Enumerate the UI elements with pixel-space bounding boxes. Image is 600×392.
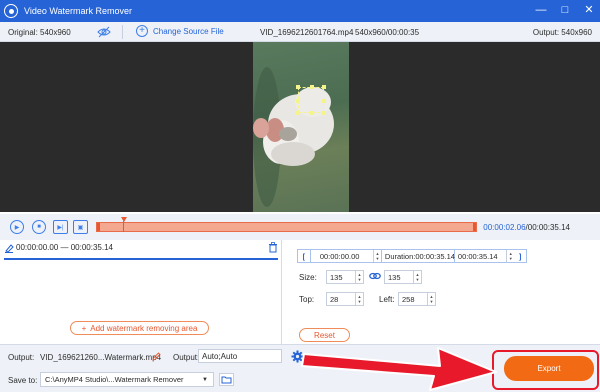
window-title: Video Watermark Remover xyxy=(24,6,133,16)
output-format-value: Auto;Auto xyxy=(202,351,238,361)
start-time-spinner[interactable]: ▲ ▼ xyxy=(372,250,381,262)
top-value: 28 xyxy=(330,294,339,304)
segment-bar[interactable] xyxy=(4,258,278,260)
eraser-icon xyxy=(5,244,14,253)
title-bar: Video Watermark Remover — □ ✕ xyxy=(0,0,600,22)
time-readout: 00:00:02.06/00:00:35.14 xyxy=(483,223,570,232)
height-input[interactable]: 135 ▲ ▼ xyxy=(384,270,422,284)
output-format-field[interactable]: Auto;Auto xyxy=(198,349,282,363)
output-file-name: VID_169621260...Watermark.mp4 xyxy=(40,353,162,362)
next-frame-button[interactable]: ▶| xyxy=(53,220,68,234)
play-button[interactable]: ▶ xyxy=(10,220,24,234)
start-time-field[interactable]: 00:00:00.00 ▲ ▼ xyxy=(309,250,381,262)
playhead-marker[interactable] xyxy=(121,217,127,222)
folder-icon[interactable] xyxy=(219,373,234,386)
output-format-label: Output: xyxy=(173,353,200,362)
link-icon[interactable] xyxy=(369,271,381,281)
change-source-button[interactable]: + Change Source File xyxy=(136,25,224,37)
stop-button[interactable]: ■ xyxy=(32,220,46,234)
width-spinner[interactable]: ▲ ▼ xyxy=(355,271,363,283)
output-resolution: Output: 540x960 xyxy=(532,28,592,37)
info-bar: Original: 540x960 + Change Source File V… xyxy=(0,22,600,42)
divider xyxy=(122,25,123,39)
start-time-value: 00:00:00.00 xyxy=(319,251,360,261)
duration-field: Duration:00:00:35.14 xyxy=(380,250,455,262)
size-label: Size: xyxy=(299,273,317,282)
cat-image xyxy=(253,67,334,207)
set-start-bracket-icon[interactable]: [ xyxy=(298,252,310,261)
output-label: Output: xyxy=(8,353,35,362)
video-preview xyxy=(0,42,600,212)
app-logo-icon xyxy=(4,4,18,18)
trash-icon[interactable] xyxy=(268,242,278,253)
loop-button[interactable]: ▣ xyxy=(73,220,88,234)
top-spinner[interactable]: ▲ ▼ xyxy=(355,293,363,305)
left-label: Left: xyxy=(379,295,395,304)
end-time-value: 00:00:35.14 xyxy=(457,251,498,261)
gear-icon[interactable] xyxy=(291,350,304,363)
add-watermark-area-button[interactable]: + Add watermark removing area xyxy=(70,321,209,335)
height-value: 135 xyxy=(388,272,401,282)
maximize-button[interactable]: □ xyxy=(558,3,572,17)
segment-panel: 00:00:00.00 — 00:00:35.14 + Add watermar… xyxy=(0,240,282,344)
save-path-value: C:\AnyMP4 Studio\...Watermark Remover xyxy=(45,375,184,384)
video-frame xyxy=(253,42,349,212)
top-input[interactable]: 28 ▲ ▼ xyxy=(326,292,364,306)
export-button[interactable]: Export xyxy=(504,356,594,381)
original-resolution: Original: 540x960 xyxy=(8,28,71,37)
segment-time-range: 00:00:00.00 — 00:00:35.14 xyxy=(16,243,113,252)
height-spinner[interactable]: ▲ ▼ xyxy=(413,271,421,283)
eye-icon[interactable] xyxy=(97,26,111,38)
reset-button[interactable]: Reset xyxy=(299,328,350,342)
close-button[interactable]: ✕ xyxy=(582,3,596,17)
end-time-spinner[interactable]: ▲ ▼ xyxy=(506,250,514,262)
left-input[interactable]: 258 ▲ ▼ xyxy=(398,292,436,306)
width-input[interactable]: 135 ▲ ▼ xyxy=(326,270,364,284)
top-label: Top: xyxy=(299,295,315,304)
add-area-label: Add watermark removing area xyxy=(90,323,198,333)
playhead-line xyxy=(123,221,124,232)
chevron-down-icon[interactable]: ▼ xyxy=(197,373,213,386)
end-time-field[interactable]: 00:00:35.14 ▲ ▼ xyxy=(455,250,514,262)
timeline-track[interactable] xyxy=(96,222,477,232)
change-source-label: Change Source File xyxy=(153,26,224,36)
plus-icon: + xyxy=(81,323,87,333)
left-spinner[interactable]: ▲ ▼ xyxy=(427,293,435,305)
bottom-bar: Output: VID_169621260...Watermark.mp4 Ou… xyxy=(0,344,600,392)
window-controls: — □ ✕ xyxy=(534,3,596,17)
watermark-selection-box[interactable] xyxy=(296,85,326,115)
width-value: 135 xyxy=(330,272,343,282)
file-name: VID_1696212601764.mp4 xyxy=(260,28,354,37)
minimize-button[interactable]: — xyxy=(534,3,548,17)
duration-value: Duration:00:00:35.14 xyxy=(384,251,455,261)
playback-controls: ▶ ■ ▶| ▣ 00:00:02.06/00:00:35.14 xyxy=(0,214,600,240)
properties-panel: [ 00:00:00.00 ▲ ▼ Duration:00:00:35.14 00… xyxy=(286,240,600,344)
current-time: 00:00:02.06 xyxy=(483,223,526,232)
plus-icon: + xyxy=(136,25,148,37)
save-to-label: Save to: xyxy=(8,376,38,385)
left-value: 258 xyxy=(402,294,415,304)
save-path-field[interactable]: C:\AnyMP4 Studio\...Watermark Remover ▼ xyxy=(40,372,214,387)
total-time: /00:00:35.14 xyxy=(525,223,570,232)
edit-icon[interactable] xyxy=(152,352,161,361)
file-resolution-duration: 540x960/00:00:35 xyxy=(355,28,420,37)
trim-row: [ 00:00:00.00 ▲ ▼ Duration:00:00:35.14 00… xyxy=(297,249,527,263)
set-end-bracket-icon[interactable]: ] xyxy=(514,252,526,261)
